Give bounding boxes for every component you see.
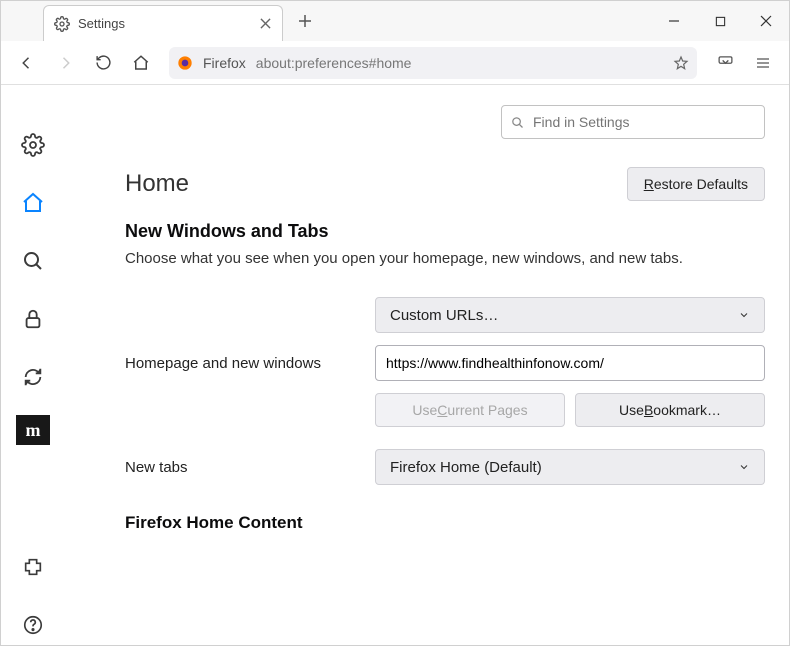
address-bar[interactable]: Firefox about:preferences#home bbox=[169, 47, 697, 79]
content: m Home Restore Defaults New Windows and … bbox=[1, 85, 789, 645]
sidebar-item-privacy[interactable] bbox=[13, 299, 53, 339]
chevron-down-icon bbox=[738, 461, 750, 473]
page-title: Home bbox=[125, 170, 189, 198]
section-desc: Choose what you see when you open your h… bbox=[125, 250, 765, 267]
titlebar: Settings bbox=[1, 1, 789, 41]
search-input[interactable] bbox=[533, 114, 756, 130]
firefox-icon bbox=[177, 55, 193, 71]
back-button[interactable] bbox=[11, 47, 43, 79]
homepage-label: Homepage and new windows bbox=[125, 355, 355, 372]
sidebar-item-search[interactable] bbox=[13, 241, 53, 281]
sidebar-item-m[interactable]: m bbox=[16, 415, 50, 445]
sidebar: m bbox=[1, 85, 65, 645]
close-window-button[interactable] bbox=[743, 1, 789, 41]
pocket-button[interactable] bbox=[709, 47, 741, 79]
tab-settings[interactable]: Settings bbox=[43, 5, 283, 41]
address-url: about:preferences#home bbox=[256, 55, 412, 71]
use-current-pages-button[interactable]: Use Current Pages bbox=[375, 393, 565, 427]
app-menu-button[interactable] bbox=[747, 47, 779, 79]
homepage-select-value: Custom URLs… bbox=[390, 307, 498, 324]
forward-button[interactable] bbox=[49, 47, 81, 79]
find-in-settings[interactable] bbox=[501, 105, 765, 139]
newtabs-label: New tabs bbox=[125, 459, 355, 476]
address-label: Firefox bbox=[203, 55, 246, 71]
nav-toolbar: Firefox about:preferences#home bbox=[1, 41, 789, 85]
section-title-home-content: Firefox Home Content bbox=[125, 513, 765, 533]
sidebar-item-sync[interactable] bbox=[13, 357, 53, 397]
chevron-down-icon bbox=[738, 309, 750, 321]
sidebar-item-extensions[interactable] bbox=[13, 547, 53, 587]
search-icon bbox=[510, 115, 525, 130]
homepage-select[interactable]: Custom URLs… bbox=[375, 297, 765, 333]
bookmark-star-icon[interactable] bbox=[673, 55, 689, 71]
maximize-button[interactable] bbox=[697, 1, 743, 41]
newtabs-select[interactable]: Firefox Home (Default) bbox=[375, 449, 765, 485]
sidebar-item-home[interactable] bbox=[13, 183, 53, 223]
newtabs-select-value: Firefox Home (Default) bbox=[390, 459, 542, 476]
main: Home Restore Defaults New Windows and Ta… bbox=[65, 85, 789, 645]
sidebar-item-general[interactable] bbox=[13, 125, 53, 165]
restore-defaults-button[interactable]: Restore Defaults bbox=[627, 167, 765, 201]
section-title-new-windows: New Windows and Tabs bbox=[125, 221, 765, 242]
use-bookmark-button[interactable]: Use Bookmark… bbox=[575, 393, 765, 427]
home-button[interactable] bbox=[125, 47, 157, 79]
gear-icon bbox=[54, 16, 70, 32]
newtab-button[interactable] bbox=[291, 7, 319, 35]
minimize-button[interactable] bbox=[651, 1, 697, 41]
tab-title: Settings bbox=[78, 16, 250, 31]
reload-button[interactable] bbox=[87, 47, 119, 79]
close-icon[interactable] bbox=[258, 17, 272, 31]
window-controls bbox=[651, 1, 789, 41]
homepage-url-input[interactable] bbox=[375, 345, 765, 381]
sidebar-item-help[interactable] bbox=[13, 605, 53, 645]
